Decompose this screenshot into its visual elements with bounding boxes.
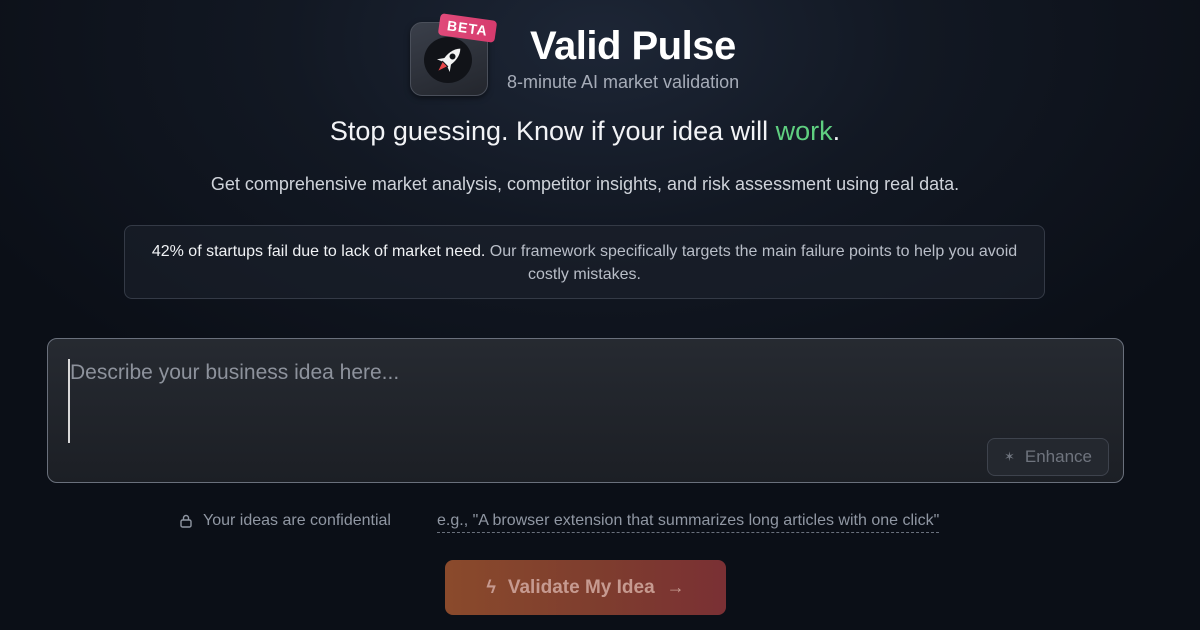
validate-button[interactable]: ϟ Validate My Idea → xyxy=(445,560,726,615)
arrow-right-icon: → xyxy=(666,577,685,597)
example-idea-link[interactable]: e.g., "A browser extension that summariz… xyxy=(437,512,940,533)
idea-input[interactable] xyxy=(68,359,1092,443)
stat-rest: Our framework specifically targets the m… xyxy=(485,243,1018,283)
headline-accent: work xyxy=(775,116,833,146)
stat-callout: 42% of startups fail due to lack of mark… xyxy=(124,225,1045,299)
lightning-icon: ϟ xyxy=(486,577,496,597)
headline-text: Stop guessing. Know if your idea will xyxy=(329,116,776,146)
headline-period: . xyxy=(832,116,841,146)
meta-row: Your ideas are confidential e.g., "A bro… xyxy=(0,510,1170,534)
lock-icon xyxy=(180,514,192,528)
sparkle-icon: ✶ xyxy=(1003,449,1015,464)
stat-strong: 42% of startups fail due to lack of mark… xyxy=(151,243,486,260)
app-subtitle: 8-minute AI market validation xyxy=(507,72,740,92)
app-logo: BETA xyxy=(410,13,498,96)
hero-description: Get comprehensive market analysis, compe… xyxy=(210,174,960,194)
rocket-icon xyxy=(436,48,461,73)
app-title: Valid Pulse xyxy=(530,24,736,68)
idea-input-box: ✶ Enhance xyxy=(47,338,1124,483)
app-header: BETA Valid Pulse 8-minute AI market vali… xyxy=(410,13,810,96)
confidential-note: Your ideas are confidential xyxy=(203,512,391,529)
enhance-label: Enhance xyxy=(1024,447,1093,466)
enhance-button[interactable]: ✶ Enhance xyxy=(987,438,1109,476)
validate-label: Validate My Idea xyxy=(507,576,655,598)
hero-headline: Stop guessing. Know if your idea will wo… xyxy=(0,116,1170,147)
